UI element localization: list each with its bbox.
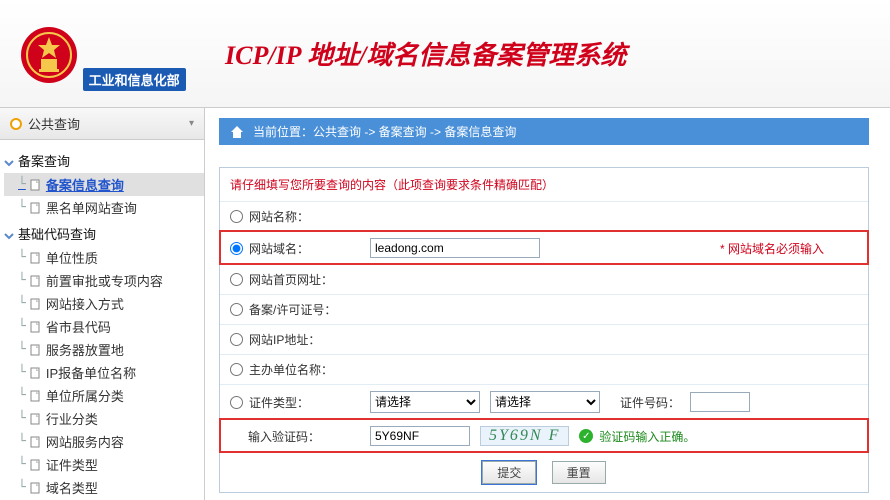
query-form-panel: 请仔细填写您所要查询的内容（此项查询要求条件精确匹配） 网站名称： 网站域名： …	[219, 167, 869, 493]
document-icon	[30, 321, 42, 333]
radio-site-ip[interactable]	[230, 333, 243, 346]
submit-button[interactable]: 提交	[482, 461, 536, 484]
label-filing-no: 备案/许可证号：	[249, 301, 336, 318]
label-captcha: 输入验证码：	[248, 428, 320, 445]
required-note: * 网站域名必须输入	[720, 240, 824, 257]
document-icon	[30, 436, 42, 448]
button-row: 提交 重置	[220, 452, 868, 492]
row-org-name: 主办单位名称：	[220, 354, 868, 384]
captcha-ok: ✓ 验证码输入正确。	[579, 428, 695, 445]
row-captcha: 输入验证码： 5Y69N F ✓ 验证码输入正确。	[220, 419, 868, 452]
row-site-name: 网站名称：	[220, 201, 868, 231]
input-captcha[interactable]	[370, 426, 470, 446]
document-icon	[30, 298, 42, 310]
input-site-domain[interactable]	[370, 238, 540, 258]
site-title: ICP/IP 地址/域名信息备案管理系统	[205, 35, 626, 72]
tree-item[interactable]: └网站服务内容	[4, 430, 204, 453]
label-site-domain: 网站域名：	[249, 240, 309, 257]
circle-icon	[10, 118, 22, 130]
radio-org-name[interactable]	[230, 363, 243, 376]
label-site-ip: 网站IP地址：	[249, 331, 320, 348]
ministry-label: 工业和信息化部	[83, 68, 186, 91]
breadcrumb-text: 当前位置：公共查询 -> 备案查询 -> 备案信息查询	[253, 123, 516, 140]
radio-cert-type[interactable]	[230, 396, 243, 409]
document-icon	[30, 367, 42, 379]
select-cert-type-2[interactable]: 请选择	[490, 391, 600, 413]
content-area: 当前位置：公共查询 -> 备案查询 -> 备案信息查询 请仔细填写您所要查询的内…	[205, 108, 890, 500]
tree-item[interactable]: └单位性质	[4, 246, 204, 269]
tree-item[interactable]: └省市县代码	[4, 315, 204, 338]
tree-item[interactable]: └IP报备单位名称	[4, 361, 204, 384]
document-icon	[30, 275, 42, 287]
document-icon	[30, 179, 42, 191]
tree-item[interactable]: └网站接入方式	[4, 292, 204, 315]
sidebar-panel-title: 公共查询	[28, 114, 80, 133]
tree-item[interactable]: └域名类型	[4, 476, 204, 499]
label-site-home: 网站首页网址：	[249, 271, 333, 288]
radio-filing-no[interactable]	[230, 303, 243, 316]
document-icon	[30, 413, 42, 425]
input-cert-no[interactable]	[690, 392, 750, 412]
check-icon: ✓	[579, 429, 593, 443]
tree-item[interactable]: └行业分类	[4, 407, 204, 430]
document-icon	[30, 344, 42, 356]
radio-site-home[interactable]	[230, 273, 243, 286]
document-icon	[30, 459, 42, 471]
captcha-ok-text: 验证码输入正确。	[599, 428, 695, 445]
label-cert-type: 证件类型：	[249, 394, 309, 411]
row-site-home: 网站首页网址：	[220, 264, 868, 294]
radio-site-name[interactable]	[230, 210, 243, 223]
tree-item[interactable]: └前置审批或专项内容	[4, 269, 204, 292]
captcha-image[interactable]: 5Y69N F	[480, 426, 569, 446]
breadcrumb: 当前位置：公共查询 -> 备案查询 -> 备案信息查询	[219, 118, 869, 145]
select-cert-type-1[interactable]: 请选择	[370, 391, 480, 413]
logo-box: 工业和信息化部	[0, 17, 205, 91]
label-org-name: 主办单位名称：	[249, 361, 333, 378]
label-cert-no: 证件号码：	[620, 394, 680, 411]
tree-item[interactable]: └黑名单网站查询	[4, 196, 204, 219]
sidebar-tree: 备案查询└备案信息查询└黑名单网站查询基础代码查询└单位性质└前置审批或专项内容…	[0, 140, 204, 500]
header: 工业和信息化部 ICP/IP 地址/域名信息备案管理系统	[0, 0, 890, 108]
label-site-name: 网站名称：	[249, 208, 309, 225]
row-cert-type: 证件类型： 请选择 请选择 证件号码：	[220, 384, 868, 419]
tree-item[interactable]: └备案信息查询	[4, 173, 204, 196]
chevron-down-icon	[4, 229, 14, 239]
row-site-domain: 网站域名： * 网站域名必须输入	[220, 231, 868, 264]
sidebar: 公共查询 ▾ 备案查询└备案信息查询└黑名单网站查询基础代码查询└单位性质└前置…	[0, 108, 205, 500]
document-icon	[30, 390, 42, 402]
reset-button[interactable]: 重置	[552, 461, 606, 484]
tree-group[interactable]: 基础代码查询	[4, 221, 204, 246]
chevron-down-icon: ▾	[189, 118, 194, 129]
national-emblem-icon	[19, 25, 79, 88]
sidebar-panel-header[interactable]: 公共查询 ▾	[0, 108, 204, 140]
tree-group[interactable]: 备案查询	[4, 148, 204, 173]
row-filing-no: 备案/许可证号：	[220, 294, 868, 324]
document-icon	[30, 482, 42, 494]
row-site-ip: 网站IP地址：	[220, 324, 868, 354]
tree-item[interactable]: └证件类型	[4, 453, 204, 476]
home-icon	[229, 124, 245, 140]
chevron-down-icon	[4, 156, 14, 166]
document-icon	[30, 202, 42, 214]
tree-item[interactable]: └单位所属分类	[4, 384, 204, 407]
document-icon	[30, 252, 42, 264]
radio-site-domain[interactable]	[230, 242, 243, 255]
tree-item[interactable]: └服务器放置地	[4, 338, 204, 361]
form-hint: 请仔细填写您所要查询的内容（此项查询要求条件精确匹配）	[220, 168, 868, 201]
